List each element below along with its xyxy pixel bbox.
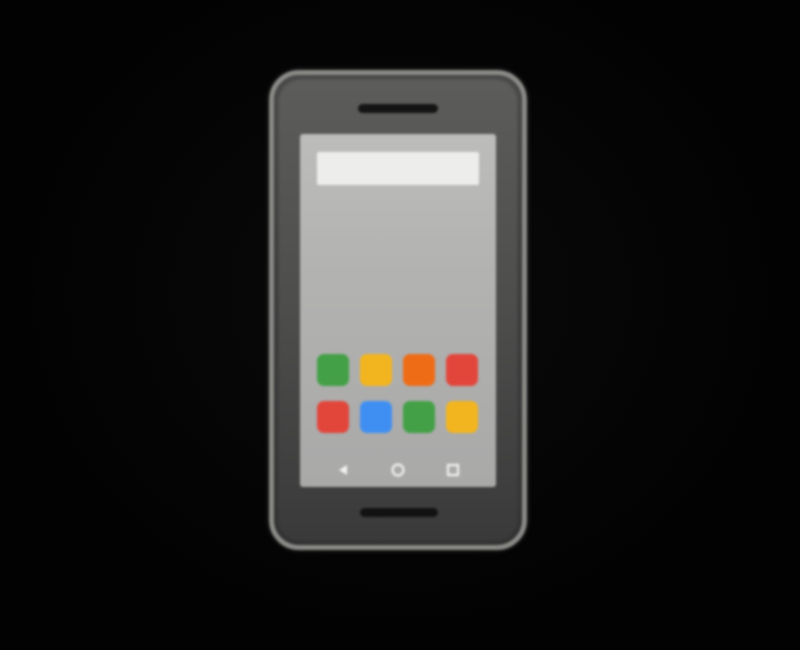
navigation-bar	[300, 460, 496, 480]
back-triangle-icon	[339, 465, 347, 475]
home-circle-icon	[391, 463, 405, 477]
recents-button[interactable]	[444, 461, 462, 479]
app-icon[interactable]	[317, 401, 349, 433]
app-icon[interactable]	[317, 354, 349, 386]
phone-screen[interactable]	[300, 134, 496, 487]
app-icon[interactable]	[360, 401, 392, 433]
app-icon[interactable]	[360, 354, 392, 386]
app-icon[interactable]	[446, 354, 478, 386]
app-icon[interactable]	[446, 401, 478, 433]
recents-square-icon	[446, 463, 460, 477]
app-icon[interactable]	[403, 354, 435, 386]
smartphone	[269, 70, 527, 550]
hardware-home-button[interactable]	[360, 508, 438, 517]
search-bar[interactable]	[317, 152, 479, 185]
earpiece-speaker	[358, 104, 438, 113]
stage	[0, 0, 800, 650]
app-icon[interactable]	[403, 401, 435, 433]
back-button[interactable]	[334, 461, 352, 479]
app-grid	[317, 354, 479, 433]
home-nav-button[interactable]	[389, 461, 407, 479]
